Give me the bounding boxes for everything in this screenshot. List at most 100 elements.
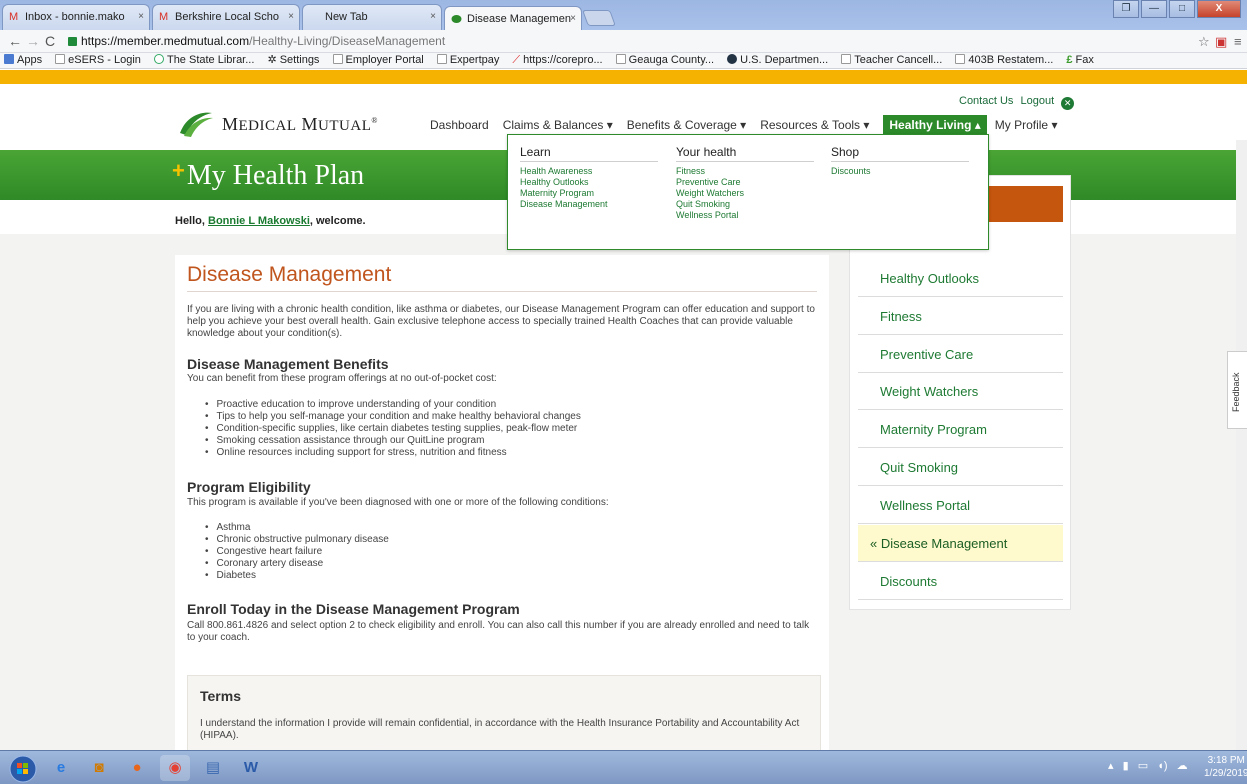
library-icon — [153, 54, 164, 64]
healthy-living-dropdown: Learn Health Awareness Healthy Outlooks … — [507, 134, 989, 250]
dropdown-link-discounts[interactable]: Discounts — [831, 166, 969, 177]
benefits-intro: You can benefit from these program offer… — [187, 373, 497, 384]
sidebar-item-disease-management[interactable]: « Disease Management — [858, 525, 1063, 562]
outlook-icon[interactable]: ◙ — [84, 755, 114, 781]
tab-close-icon[interactable]: × — [430, 11, 436, 22]
minimize-icon[interactable]: — — [1141, 0, 1167, 18]
display-icon[interactable]: ▭ — [1138, 760, 1148, 772]
network-icon[interactable]: ▮ — [1123, 760, 1129, 772]
dropdown-heading: Your health — [676, 145, 814, 162]
sidebar-item-preventive-care[interactable]: Preventive Care — [858, 336, 1063, 373]
bookmark-403b-restatem[interactable]: 403B Restatem... — [955, 53, 1053, 68]
sidebar-item-fitness[interactable]: Fitness — [858, 298, 1063, 335]
tab-close-icon[interactable]: × — [570, 13, 576, 24]
sidebar-item-healthy-outlooks[interactable]: Healthy Outlooks — [858, 260, 1063, 297]
content-title: Disease Management — [187, 263, 392, 286]
dropdown-link-weight-watchers[interactable]: Weight Watchers — [676, 188, 814, 199]
reload-icon[interactable]: C — [45, 33, 55, 49]
contact-us-link[interactable]: Contact Us — [959, 95, 1013, 107]
sidebar-item-weight-watchers[interactable]: Weight Watchers — [858, 373, 1063, 410]
nav-claims-balances[interactable]: Claims & Balances ▾ — [503, 118, 613, 132]
browser-tab-newtab[interactable]: New Tab × — [302, 4, 442, 30]
restore-icon[interactable]: ❐ — [1113, 0, 1139, 18]
taskbar-clock[interactable]: 3:18 PM 1/29/2019 — [1204, 754, 1247, 780]
chrome-icon[interactable]: ◉ — [160, 755, 190, 781]
nav-resources-tools[interactable]: Resources & Tools ▾ — [760, 118, 869, 132]
close-window-icon[interactable]: X — [1197, 0, 1241, 18]
dropdown-link-fitness[interactable]: Fitness — [676, 166, 814, 177]
maximize-icon[interactable]: □ — [1169, 0, 1195, 18]
word-icon[interactable]: W — [236, 755, 266, 781]
menu-icon[interactable]: ≡ — [1234, 34, 1242, 49]
gmail-icon: M — [159, 11, 169, 23]
user-name-link[interactable]: Bonnie L Makowski — [208, 215, 310, 227]
logout-link[interactable]: Logout — [1020, 95, 1054, 107]
browser-tab-berkshire[interactable]: M Berkshire Local Scho × — [152, 4, 300, 30]
url-field[interactable]: https://member.medmutual.com/Healthy-Liv… — [68, 32, 1193, 51]
list-item: Smoking cessation assistance through our… — [205, 435, 581, 447]
bookmark-label: Apps — [17, 54, 43, 66]
corepro-icon: ⟋ — [512, 54, 521, 66]
bookmark-teacher-cancell[interactable]: Teacher Cancell... — [841, 53, 942, 68]
sidebar-item-wellness-portal[interactable]: Wellness Portal — [858, 487, 1063, 524]
system-tray: ▴ ▮ ▭ ◖) ☁ — [1108, 759, 1188, 772]
browser-tab-disease-management[interactable]: Disease Managemen × — [444, 6, 582, 30]
bookmark-us-department[interactable]: U.S. Departmen... — [727, 53, 828, 68]
tab-close-icon[interactable]: × — [288, 11, 294, 22]
page-icon — [615, 54, 626, 64]
tab-title: Berkshire Local Scho — [175, 11, 279, 23]
page-icon — [332, 54, 343, 64]
bookmark-corepro[interactable]: ⟋ https://corepro... — [512, 53, 602, 68]
firefox-icon[interactable]: ● — [122, 755, 152, 781]
page-title: +My Health Plan — [172, 158, 364, 192]
sidebar-item-maternity-program[interactable]: Maternity Program — [858, 411, 1063, 448]
dropdown-link-disease-management[interactable]: Disease Management — [520, 199, 658, 210]
internet-explorer-icon[interactable]: e — [46, 755, 76, 781]
page-scrollbar[interactable] — [1236, 140, 1247, 750]
terms-heading: Terms — [200, 688, 241, 704]
bookmark-geauga-county[interactable]: Geauga County... — [615, 53, 714, 68]
sidebar-item-discounts[interactable]: Discounts — [858, 563, 1063, 600]
file-explorer-icon[interactable]: ▤ — [198, 755, 228, 781]
list-item: Asthma — [205, 522, 389, 534]
page-icon — [955, 54, 966, 64]
volume-icon[interactable]: ◖) — [1157, 760, 1167, 772]
nav-healthy-living[interactable]: Healthy Living ▴ — [883, 115, 987, 135]
bookmark-state-library[interactable]: The State Librar... — [153, 53, 254, 68]
dropdown-link-health-awareness[interactable]: Health Awareness — [520, 166, 658, 177]
star-icon[interactable]: ☆ — [1198, 34, 1210, 50]
bookmark-label: Settings — [279, 54, 320, 66]
nav-my-profile[interactable]: My Profile ▾ — [995, 118, 1058, 132]
bookmark-expertpay[interactable]: Expertpay — [436, 53, 499, 68]
dropdown-heading: Learn — [520, 145, 658, 162]
extension-icon[interactable]: ▣ — [1215, 34, 1227, 50]
dropdown-link-wellness-portal[interactable]: Wellness Portal — [676, 210, 814, 221]
bookmark-employer-portal[interactable]: Employer Portal — [332, 53, 424, 68]
medical-mutual-logo[interactable]: MEDICAL MUTUAL® — [178, 107, 378, 141]
feedback-tab[interactable]: Feedback — [1227, 351, 1247, 429]
windows-logo-icon — [9, 755, 37, 783]
sidebar-item-quit-smoking[interactable]: Quit Smoking — [858, 449, 1063, 486]
nav-benefits-coverage[interactable]: Benefits & Coverage ▾ — [627, 118, 746, 132]
back-icon[interactable]: ← — [8, 33, 22, 49]
bookmark-apps[interactable]: Apps — [4, 53, 42, 68]
tab-close-icon[interactable]: × — [138, 11, 144, 22]
close-icon[interactable]: ✕ — [1061, 97, 1075, 110]
bookmark-label: Employer Portal — [345, 54, 424, 66]
bookmark-fax[interactable]: £ Fax — [1066, 53, 1093, 68]
dropdown-link-quit-smoking[interactable]: Quit Smoking — [676, 199, 814, 210]
start-button[interactable] — [8, 755, 38, 783]
new-tab-button[interactable] — [582, 10, 616, 26]
bookmark-esers[interactable]: eSERS - Login — [55, 53, 141, 68]
dropdown-column-shop: Shop Discounts — [831, 145, 969, 177]
chevron-up-icon[interactable]: ▴ — [1108, 760, 1114, 772]
dropdown-link-healthy-outlooks[interactable]: Healthy Outlooks — [520, 177, 658, 188]
dropdown-link-preventive-care[interactable]: Preventive Care — [676, 177, 814, 188]
bookmark-settings[interactable]: ✲ Settings — [267, 53, 319, 68]
nav-dashboard[interactable]: Dashboard — [430, 118, 489, 132]
tab-title: New Tab — [325, 11, 368, 23]
dropdown-link-maternity-program[interactable]: Maternity Program — [520, 188, 658, 199]
browser-tab-inbox[interactable]: M Inbox - bonnie.mako × — [2, 4, 150, 30]
forward-icon[interactable]: → — [26, 33, 40, 49]
cloud-icon[interactable]: ☁ — [1177, 760, 1188, 772]
